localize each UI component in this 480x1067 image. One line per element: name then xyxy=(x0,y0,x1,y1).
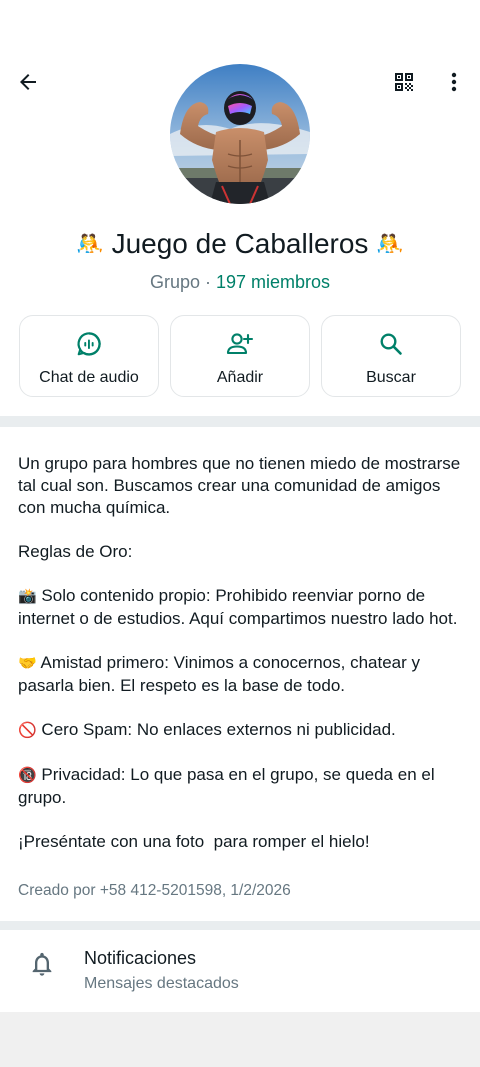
description-text[interactable]: Un grupo para hombres que no tienen mied… xyxy=(18,453,466,853)
notifications-row[interactable]: Notificaciones Mensajes destacados xyxy=(0,930,480,1012)
search-label: Buscar xyxy=(366,369,416,386)
avatar-photo xyxy=(170,64,310,204)
notifications-subtitle: Mensajes destacados xyxy=(84,975,239,992)
camera-emoji: 📸 xyxy=(18,588,37,605)
closing-line: ¡Preséntate con una foto para romper el … xyxy=(18,832,370,851)
group-type: Grupo xyxy=(149,272,200,292)
created-by: Creado por +58 412-5201598, 1/2/2026 xyxy=(18,882,291,899)
back-button[interactable] xyxy=(8,62,48,102)
group-avatar[interactable] xyxy=(170,64,310,204)
audio-chat-icon xyxy=(77,332,101,356)
rule-4: Privacidad: Lo que pasa en el grupo, se … xyxy=(18,765,440,807)
wrestlers-emoji: 🤼 xyxy=(76,231,104,256)
rule-3: Cero Spam: No enlaces externos ni public… xyxy=(41,720,396,739)
search-icon xyxy=(380,333,402,355)
group-name: Juego de Caballeros xyxy=(111,228,369,259)
group-description: Un grupo para hombres que no tienen mied… xyxy=(0,427,480,921)
group-title: 🤼 Juego de Caballeros 🤼 xyxy=(0,228,480,260)
section-divider xyxy=(0,921,480,930)
group-header: 🤼 Juego de Caballeros 🤼 Grupo · 197 miem… xyxy=(0,0,480,416)
search-button[interactable]: Buscar xyxy=(321,315,461,397)
handshake-emoji: 🤝 xyxy=(18,655,37,672)
audio-chat-label: Chat de audio xyxy=(39,369,139,386)
more-vert-icon xyxy=(451,72,457,92)
rules-title: Reglas de Oro: xyxy=(18,542,133,561)
audio-chat-button[interactable]: Chat de audio xyxy=(19,315,159,397)
group-subtitle: Grupo · 197 miembros xyxy=(0,272,480,293)
add-member-button[interactable]: Añadir xyxy=(170,315,310,397)
rule-2: Amistad primero: Vinimos a conocernos, c… xyxy=(18,653,425,695)
wrestlers-emoji: 🤼 xyxy=(376,231,404,256)
add-member-label: Añadir xyxy=(216,369,264,386)
add-person-icon xyxy=(226,333,254,355)
arrow-back-icon xyxy=(20,74,36,90)
qr-code-button[interactable] xyxy=(384,62,424,102)
members-count-link[interactable]: 197 miembros xyxy=(216,272,330,292)
section-divider xyxy=(0,416,480,427)
notifications-title: Notificaciones xyxy=(84,948,197,968)
separator: · xyxy=(199,272,216,292)
adults-only-emoji: 🔞 xyxy=(18,767,37,784)
qr-code-icon xyxy=(395,73,413,91)
description-intro: Un grupo para hombres que no tienen mied… xyxy=(18,454,465,517)
prohibited-emoji: 🚫 xyxy=(18,722,37,739)
more-options-button[interactable] xyxy=(434,62,474,102)
bell-icon xyxy=(32,952,52,976)
rule-1: Solo contenido propio: Prohibido reenvia… xyxy=(18,586,458,628)
